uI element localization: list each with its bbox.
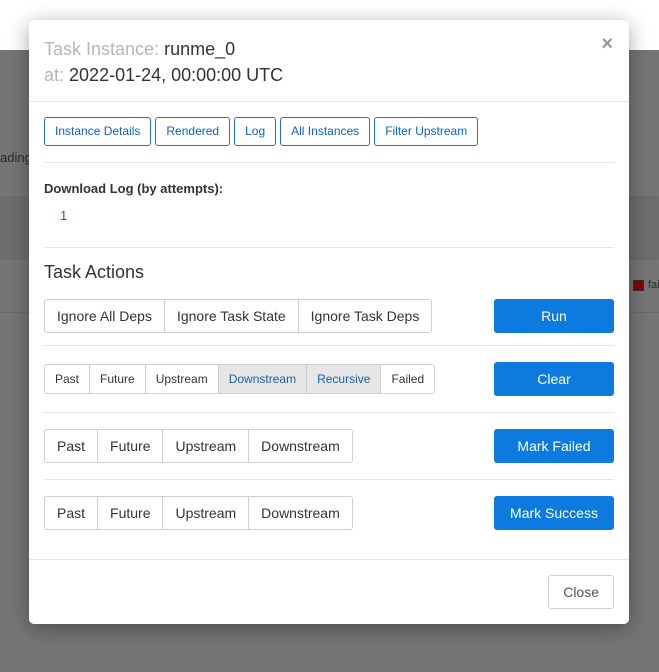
download-log-label: Download Log (by attempts): bbox=[44, 181, 224, 196]
clear-future-toggle[interactable]: Future bbox=[89, 365, 145, 393]
run-button[interactable]: Run bbox=[494, 299, 614, 333]
ignore-all-deps-toggle[interactable]: Ignore All Deps bbox=[45, 300, 164, 332]
mark-success-action-row: Past Future Upstream Downstream Mark Suc… bbox=[44, 480, 614, 546]
clear-upstream-toggle[interactable]: Upstream bbox=[144, 365, 218, 393]
instance-nav-buttons: Instance Details Rendered Log All Instan… bbox=[44, 117, 614, 146]
all-instances-button[interactable]: All Instances bbox=[280, 117, 371, 146]
clear-downstream-toggle[interactable]: Downstream bbox=[217, 365, 307, 393]
failed-past-toggle[interactable]: Past bbox=[45, 430, 98, 462]
clear-recursive-toggle[interactable]: Recursive bbox=[306, 365, 381, 393]
divider bbox=[44, 247, 614, 248]
filter-upstream-button[interactable]: Filter Upstream bbox=[374, 117, 479, 146]
modal-title-at: at: 2022-01-24, 00:00:00 UTC bbox=[44, 62, 614, 88]
mark-success-options-group: Past Future Upstream Downstream bbox=[44, 496, 353, 530]
ignore-task-deps-toggle[interactable]: Ignore Task Deps bbox=[297, 300, 432, 332]
mark-failed-button[interactable]: Mark Failed bbox=[494, 429, 614, 463]
task-actions-title: Task Actions bbox=[44, 262, 145, 282]
close-button[interactable]: Close bbox=[548, 575, 614, 609]
legend-failed: fai bbox=[633, 279, 659, 291]
failed-upstream-toggle[interactable]: Upstream bbox=[162, 430, 249, 462]
divider bbox=[44, 162, 614, 163]
task-instance-modal: Task Instance: runme_0 at: 2022-01-24, 0… bbox=[29, 20, 629, 624]
clear-button[interactable]: Clear bbox=[494, 362, 614, 396]
run-action-row: Ignore All Deps Ignore Task State Ignore… bbox=[44, 287, 614, 345]
run-options-group: Ignore All Deps Ignore Task State Ignore… bbox=[44, 299, 433, 333]
clear-action-row: Past Future Upstream Downstream Recursiv… bbox=[44, 346, 614, 412]
task-id: runme_0 bbox=[164, 39, 236, 59]
failed-downstream-toggle[interactable]: Downstream bbox=[248, 430, 352, 462]
rendered-button[interactable]: Rendered bbox=[155, 117, 231, 146]
modal-body: Instance Details Rendered Log All Instan… bbox=[29, 102, 629, 546]
close-icon[interactable]: × bbox=[601, 33, 613, 56]
success-past-toggle[interactable]: Past bbox=[45, 497, 98, 529]
download-attempt-link[interactable]: 1 bbox=[60, 208, 67, 223]
clear-past-toggle[interactable]: Past bbox=[45, 365, 90, 393]
legend-failed-label: fai bbox=[648, 279, 659, 291]
title-key-at: at: bbox=[44, 65, 65, 85]
ignore-task-state-toggle[interactable]: Ignore Task State bbox=[163, 300, 298, 332]
mark-failed-options-group: Past Future Upstream Downstream bbox=[44, 429, 353, 463]
failed-future-toggle[interactable]: Future bbox=[97, 430, 163, 462]
title-key-task: Task Instance: bbox=[44, 39, 160, 59]
clear-failed-toggle[interactable]: Failed bbox=[380, 365, 435, 393]
mark-success-button[interactable]: Mark Success bbox=[494, 496, 614, 530]
execution-date: 2022-01-24, 00:00:00 UTC bbox=[69, 65, 284, 85]
modal-header: Task Instance: runme_0 at: 2022-01-24, 0… bbox=[29, 20, 629, 102]
page-partial-text: ading bbox=[0, 150, 32, 165]
success-upstream-toggle[interactable]: Upstream bbox=[162, 497, 249, 529]
mark-failed-action-row: Past Future Upstream Downstream Mark Fai… bbox=[44, 413, 614, 479]
modal-title-task: Task Instance: runme_0 bbox=[44, 36, 614, 62]
modal-footer: Close bbox=[29, 559, 629, 624]
clear-options-group: Past Future Upstream Downstream Recursiv… bbox=[44, 364, 436, 394]
instance-details-button[interactable]: Instance Details bbox=[44, 117, 152, 146]
success-downstream-toggle[interactable]: Downstream bbox=[248, 497, 352, 529]
legend-failed-swatch bbox=[633, 279, 644, 291]
success-future-toggle[interactable]: Future bbox=[97, 497, 163, 529]
log-button[interactable]: Log bbox=[234, 117, 277, 146]
